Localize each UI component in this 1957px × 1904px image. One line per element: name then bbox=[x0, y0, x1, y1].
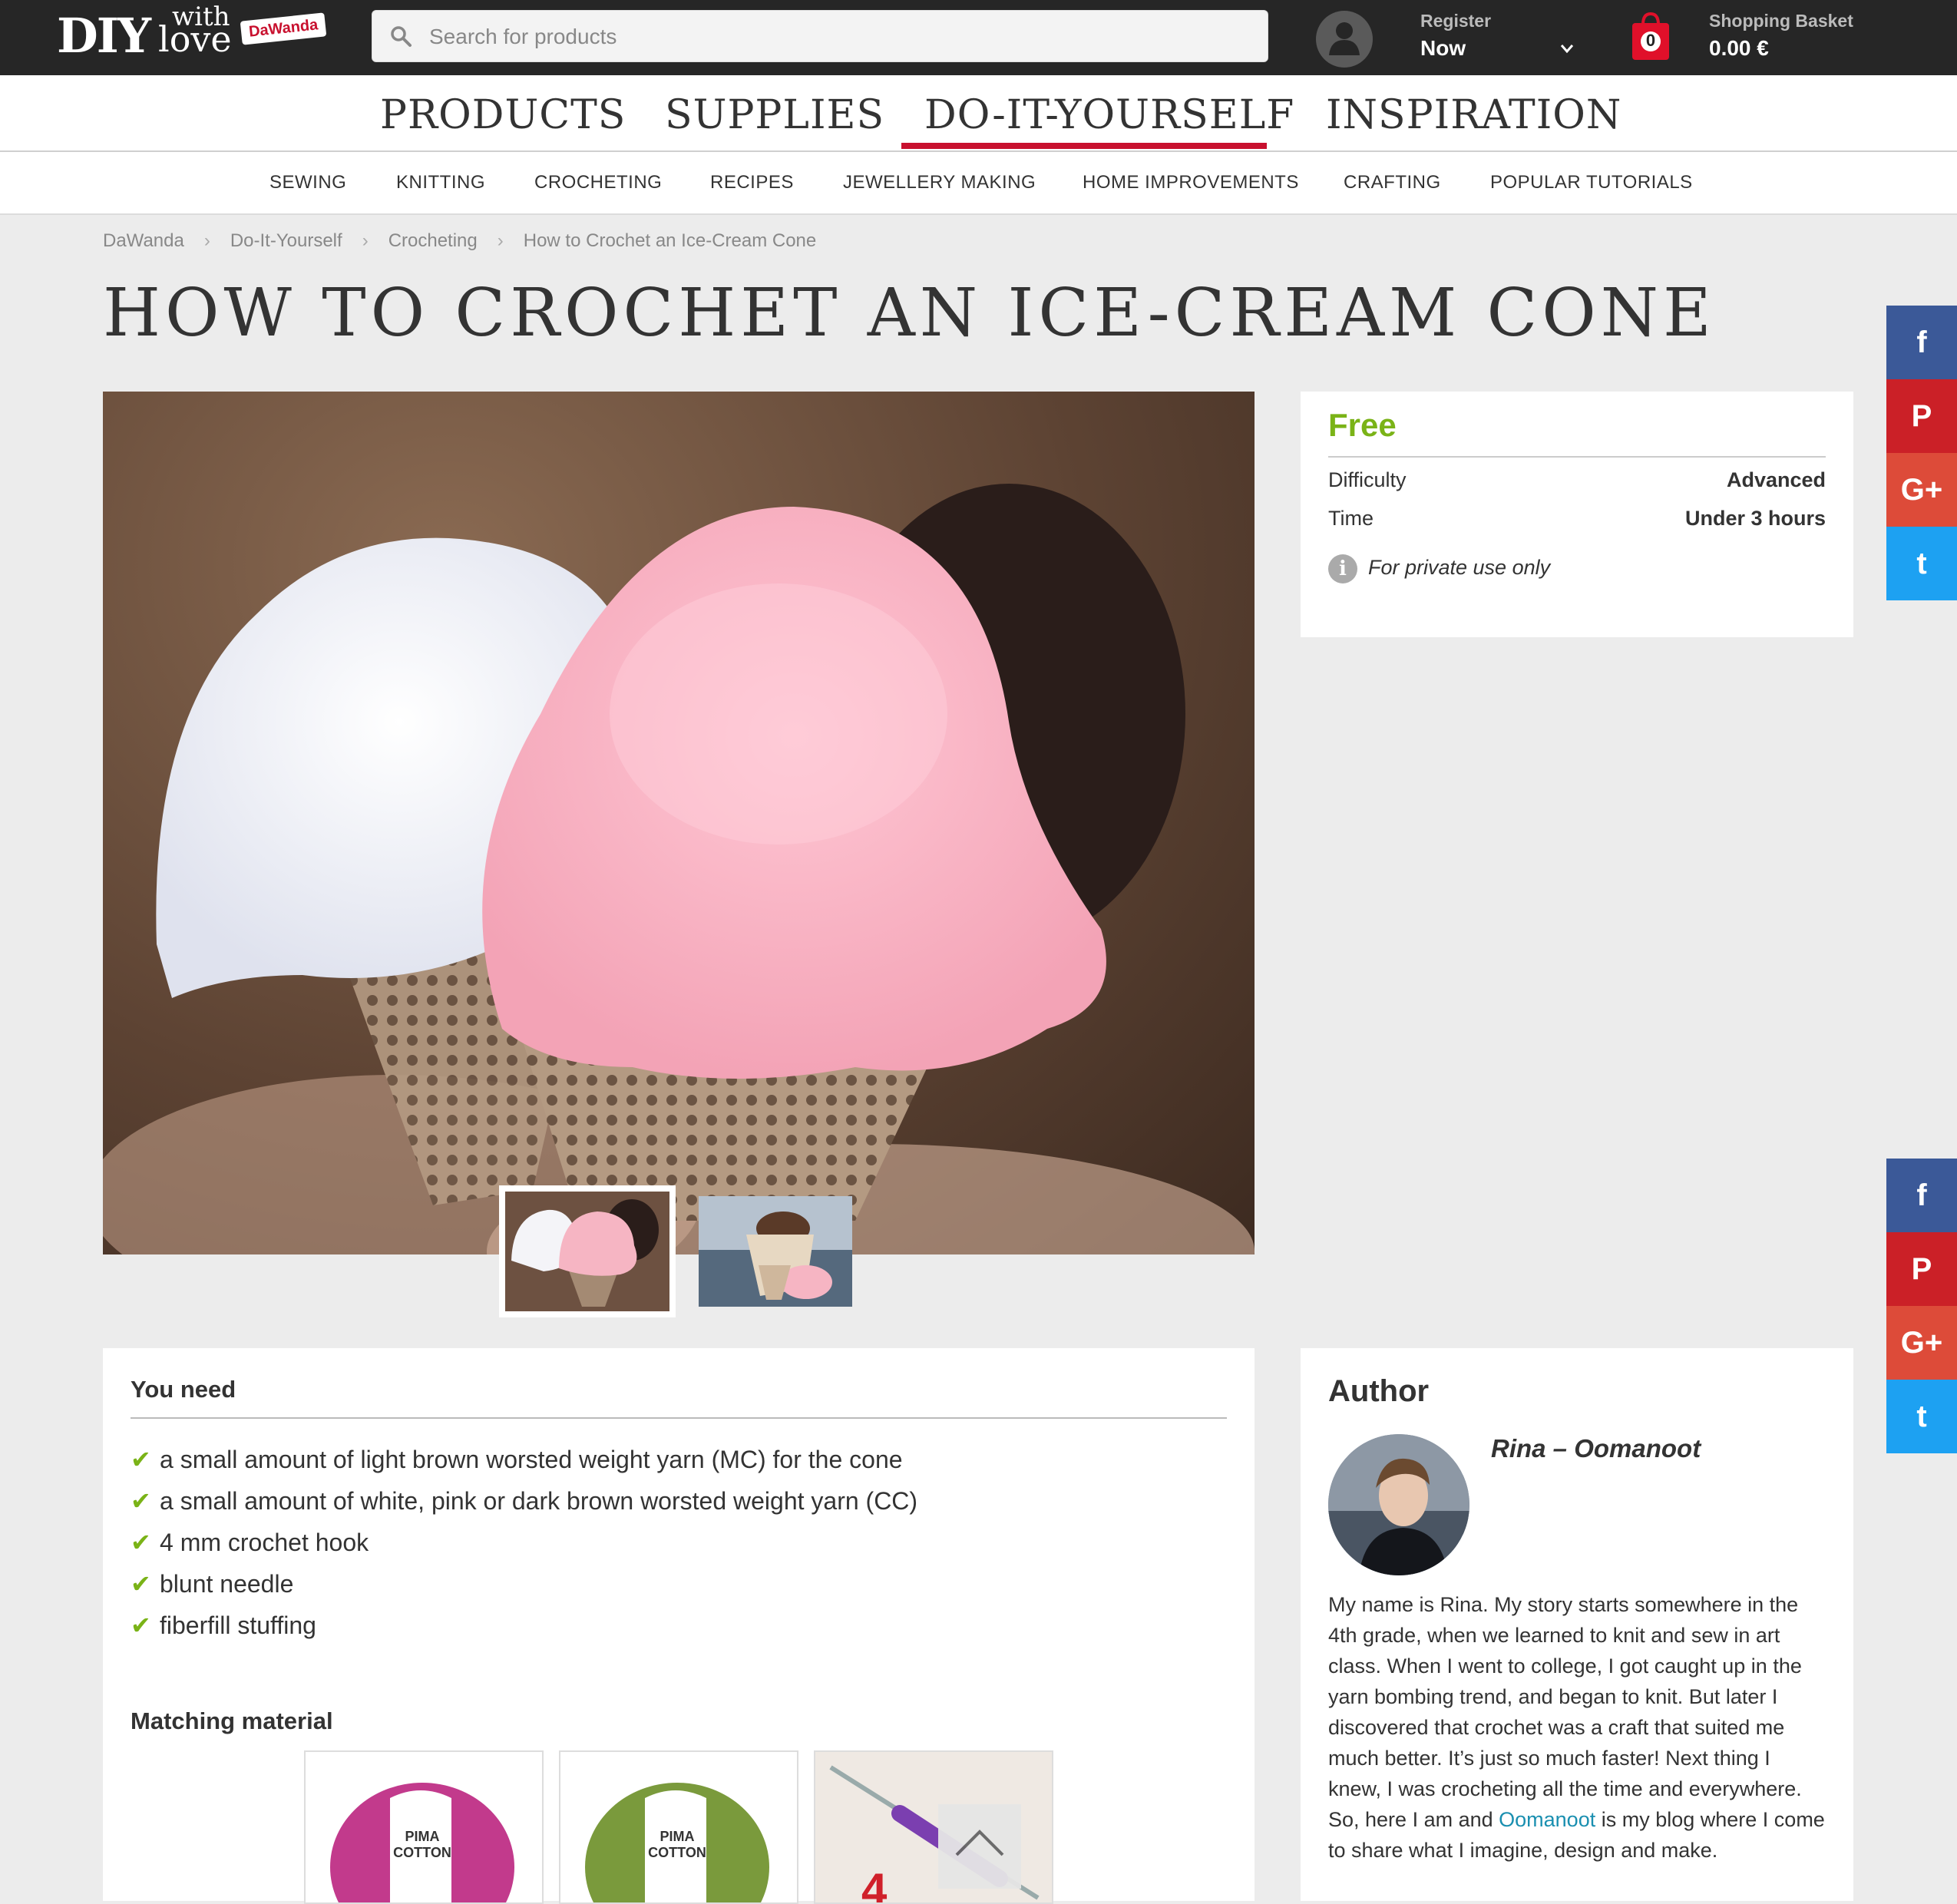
product-label: PIMA COTTON bbox=[393, 1829, 451, 1860]
googleplus-icon[interactable]: G+ bbox=[1886, 453, 1957, 527]
nav-do-it-yourself[interactable]: DO-IT-YOURSELF bbox=[924, 92, 1294, 138]
search-icon bbox=[391, 26, 412, 47]
breadcrumb-current: How to Crochet an Ice-Cream Cone bbox=[523, 230, 817, 251]
list-item: ✔ fiberfill stuffing bbox=[131, 1605, 917, 1646]
subnav-knitting[interactable]: KNITTING bbox=[396, 172, 485, 193]
register-label: Register bbox=[1420, 11, 1492, 31]
gallery-thumbnail-2[interactable] bbox=[699, 1196, 852, 1307]
nav-supplies[interactable]: SUPPLIES bbox=[665, 92, 884, 138]
check-icon: ✔ bbox=[131, 1487, 151, 1515]
breadcrumb-crocheting[interactable]: Crocheting bbox=[388, 230, 478, 251]
site-logo[interactable]: DIY with love DaWanda bbox=[57, 2, 327, 68]
basket-total: 0.00 € bbox=[1709, 36, 1769, 60]
arrow-up-icon bbox=[955, 1830, 1004, 1856]
subnav-crafting[interactable]: CRAFTING bbox=[1344, 172, 1441, 193]
nav-inspiration[interactable]: INSPIRATION bbox=[1326, 92, 1621, 138]
user-icon[interactable] bbox=[1316, 11, 1373, 68]
googleplus-icon[interactable]: G+ bbox=[1886, 1306, 1957, 1380]
twitter-icon[interactable]: t bbox=[1886, 1380, 1957, 1453]
materials-list: ✔ a small amount of light brown worsted w… bbox=[131, 1439, 917, 1646]
divider bbox=[131, 1417, 1227, 1419]
matching-product-1[interactable]: PIMA COTTON bbox=[304, 1750, 544, 1904]
author-heading: Author bbox=[1328, 1374, 1430, 1408]
price-label: Free bbox=[1328, 407, 1397, 443]
you-need-heading: You need bbox=[131, 1376, 236, 1403]
check-icon: ✔ bbox=[131, 1529, 151, 1556]
author-blog-link[interactable]: Oomanoot bbox=[1499, 1808, 1595, 1831]
logo-dawanda-tag: DaWanda bbox=[240, 12, 327, 45]
usage-note-text: For private use only bbox=[1368, 556, 1551, 580]
list-item: ✔ a small amount of light brown worsted w… bbox=[131, 1439, 917, 1480]
subnav-recipes[interactable]: RECIPES bbox=[710, 172, 794, 193]
facebook-icon[interactable]: f bbox=[1886, 306, 1957, 379]
difficulty-label: Difficulty bbox=[1328, 468, 1407, 491]
nav-active-indicator bbox=[901, 143, 1267, 149]
list-item-text: a small amount of light brown worsted we… bbox=[160, 1446, 903, 1473]
pinterest-icon[interactable]: P bbox=[1886, 379, 1957, 453]
list-item-text: blunt needle bbox=[160, 1570, 294, 1598]
difficulty-value: Advanced bbox=[1726, 468, 1826, 491]
search-input[interactable] bbox=[428, 20, 1245, 54]
basket-icon[interactable]: 0 bbox=[1628, 9, 1674, 63]
usage-note: i For private use only bbox=[1328, 554, 1550, 583]
nav-products[interactable]: PRODUCTS bbox=[380, 92, 626, 138]
gallery-thumbnail-1[interactable] bbox=[499, 1185, 676, 1317]
subnav-home-improvements[interactable]: HOME IMPROVEMENTS bbox=[1083, 172, 1299, 193]
product-label: PIMA COTTON bbox=[648, 1829, 706, 1860]
register-link[interactable]: Register Now bbox=[1420, 11, 1491, 61]
author-bio: My name is Rina. My story starts somewhe… bbox=[1328, 1589, 1827, 1866]
info-box: Free Difficulty Advanced Time Under 3 ho… bbox=[1301, 392, 1853, 637]
list-item: ✔ blunt needle bbox=[131, 1563, 917, 1605]
breadcrumb-dawanda[interactable]: DaWanda bbox=[103, 230, 184, 251]
matching-material-heading: Matching material bbox=[131, 1707, 333, 1734]
basket-count: 0 bbox=[1645, 31, 1656, 50]
author-section: Author Rina – Oomanoot My name is Rina. … bbox=[1301, 1348, 1853, 1901]
search-bar[interactable] bbox=[372, 10, 1268, 62]
matching-product-2[interactable]: PIMA COTTON bbox=[559, 1750, 798, 1904]
subnav-crocheting[interactable]: CROCHETING bbox=[534, 172, 662, 193]
list-item-text: a small amount of white, pink or dark br… bbox=[160, 1487, 918, 1515]
page-title: HOW TO CROCHET AN ICE-CREAM CONE bbox=[103, 275, 1716, 352]
info-icon: i bbox=[1328, 554, 1357, 583]
shopping-basket-link[interactable]: Shopping Basket 0.00 € bbox=[1709, 11, 1853, 61]
breadcrumb-chevron-icon: › bbox=[203, 230, 210, 251]
breadcrumb: DaWanda › Do-It-Yourself › Crocheting › How to… bbox=[103, 230, 816, 252]
sub-nav: SEWING KNITTING CROCHETING RECIPES JEWEL… bbox=[0, 152, 1957, 215]
facebook-icon[interactable]: f bbox=[1886, 1159, 1957, 1232]
main-nav: PRODUCTS SUPPLIES DO-IT-YOURSELF INSPIRA… bbox=[0, 75, 1957, 152]
breadcrumb-chevron-icon: › bbox=[497, 230, 504, 251]
breadcrumb-do-it-yourself[interactable]: Do-It-Yourself bbox=[230, 230, 342, 251]
you-need-section: You need ✔ a small amount of light brown … bbox=[103, 1348, 1255, 1904]
divider bbox=[1328, 456, 1826, 458]
author-name[interactable]: Rina – Oomanoot bbox=[1491, 1434, 1701, 1463]
basket-label: Shopping Basket bbox=[1709, 11, 1853, 31]
list-item-text: fiberfill stuffing bbox=[160, 1611, 316, 1639]
logo-love: love bbox=[158, 18, 232, 60]
time-label: Time bbox=[1328, 507, 1374, 530]
svg-text:4: 4 bbox=[861, 1864, 888, 1904]
subnav-sewing[interactable]: SEWING bbox=[269, 172, 346, 193]
register-now-label: Now bbox=[1420, 36, 1466, 60]
list-item-text: 4 mm crochet hook bbox=[160, 1529, 369, 1556]
top-bar: DIY with love DaWanda Register Now 0 Sho… bbox=[0, 0, 1957, 75]
pinterest-icon[interactable]: P bbox=[1886, 1232, 1957, 1306]
twitter-icon[interactable]: t bbox=[1886, 527, 1957, 600]
chevron-down-icon[interactable] bbox=[1559, 40, 1575, 57]
time-value: Under 3 hours bbox=[1684, 507, 1826, 530]
check-icon: ✔ bbox=[131, 1570, 151, 1598]
scroll-to-top-button[interactable] bbox=[938, 1804, 1021, 1889]
hero-image[interactable] bbox=[103, 392, 1255, 1254]
subnav-popular-tutorials[interactable]: POPULAR TUTORIALS bbox=[1490, 172, 1693, 193]
list-item: ✔ 4 mm crochet hook bbox=[131, 1522, 917, 1563]
check-icon: ✔ bbox=[131, 1611, 151, 1639]
author-bio-text: My name is Rina. My story starts somewhe… bbox=[1328, 1593, 1802, 1831]
breadcrumb-chevron-icon: › bbox=[362, 230, 369, 251]
logo-diy: DIY bbox=[57, 8, 151, 64]
social-share-bar: f P G+ t bbox=[1886, 306, 1957, 600]
list-item: ✔ a small amount of white, pink or dark b… bbox=[131, 1480, 917, 1522]
author-avatar[interactable] bbox=[1328, 1434, 1469, 1575]
check-icon: ✔ bbox=[131, 1446, 151, 1473]
subnav-jewellery-making[interactable]: JEWELLERY MAKING bbox=[843, 172, 1036, 193]
social-share-bar-floating: f P G+ t bbox=[1886, 1159, 1957, 1453]
